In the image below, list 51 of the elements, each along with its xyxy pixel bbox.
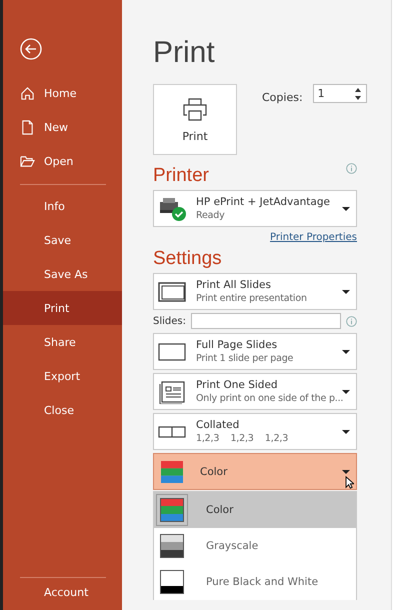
info-icon[interactable]	[346, 163, 357, 174]
color-option[interactable]: Pure Black and White	[154, 564, 356, 600]
copies-label: Copies:	[262, 91, 303, 104]
swatch-icon	[160, 498, 184, 522]
color-option[interactable]: Grayscale	[154, 528, 356, 564]
print-button[interactable]: Print	[153, 84, 237, 155]
caret-icon	[342, 390, 350, 394]
slides-icon	[158, 282, 188, 302]
section-heading: Settings	[153, 248, 223, 270]
printer-properties-link[interactable]: Printer Properties	[270, 232, 357, 243]
info-icon[interactable]	[346, 316, 357, 326]
swatch-icon	[160, 534, 184, 558]
slides-input[interactable]	[190, 313, 341, 329]
sidebar-item[interactable]: Info	[3, 189, 122, 223]
sidebar-item[interactable]: New	[3, 110, 122, 144]
swatch-icon	[160, 570, 184, 594]
printer-dropdown[interactable]: HP ePrint + JetAdvantage Ready	[153, 190, 357, 227]
spinner-arrows-icon[interactable]	[354, 86, 362, 100]
printer-icon	[182, 96, 208, 122]
sidebar-item[interactable]: Open	[3, 144, 122, 178]
sidebar-item[interactable]: Account	[3, 586, 122, 610]
caret-icon	[342, 350, 350, 354]
copies-field[interactable]: 1	[312, 84, 367, 103]
mouse-cursor-icon	[345, 476, 354, 489]
sidebar-item[interactable]: Close	[3, 393, 122, 427]
section-heading: Printer	[153, 165, 209, 187]
slides-label: Slides:	[153, 316, 186, 326]
color-swatch-icon	[160, 460, 184, 482]
setting-dropdown[interactable]: Print One Sided Only print on one side of the p...	[153, 373, 357, 410]
slide-page-icon	[158, 342, 188, 362]
color-option[interactable]: Color	[154, 492, 356, 528]
caret-icon	[342, 290, 350, 294]
collated-pages-icon	[158, 424, 188, 438]
folder-icon	[20, 154, 35, 168]
caret-icon	[342, 206, 350, 210]
caret-icon	[342, 470, 350, 474]
sidebar-item[interactable]: Save	[3, 223, 122, 257]
color-dropdown[interactable]: Color	[153, 453, 357, 490]
home-icon	[20, 86, 35, 100]
sidebar-item[interactable]: Export	[3, 359, 122, 393]
sidebar-item[interactable]: Home	[3, 76, 122, 110]
printer-ready-icon	[158, 196, 188, 222]
setting-dropdown[interactable]: Full Page Slides Print 1 slide per page	[153, 333, 357, 370]
sidebar-item[interactable]: Save As	[3, 257, 122, 291]
caret-icon	[342, 430, 350, 434]
page-title: Print	[153, 36, 216, 70]
sidebar-item[interactable]: Share	[3, 325, 122, 359]
setting-dropdown[interactable]: Collated 1,2,3 1,2,3 1,2,3	[153, 413, 357, 450]
sidebar-item[interactable]: Print	[3, 291, 122, 325]
setting-dropdown[interactable]: Print All Slides Print entire presentation	[153, 273, 357, 310]
document-icon	[20, 120, 35, 134]
